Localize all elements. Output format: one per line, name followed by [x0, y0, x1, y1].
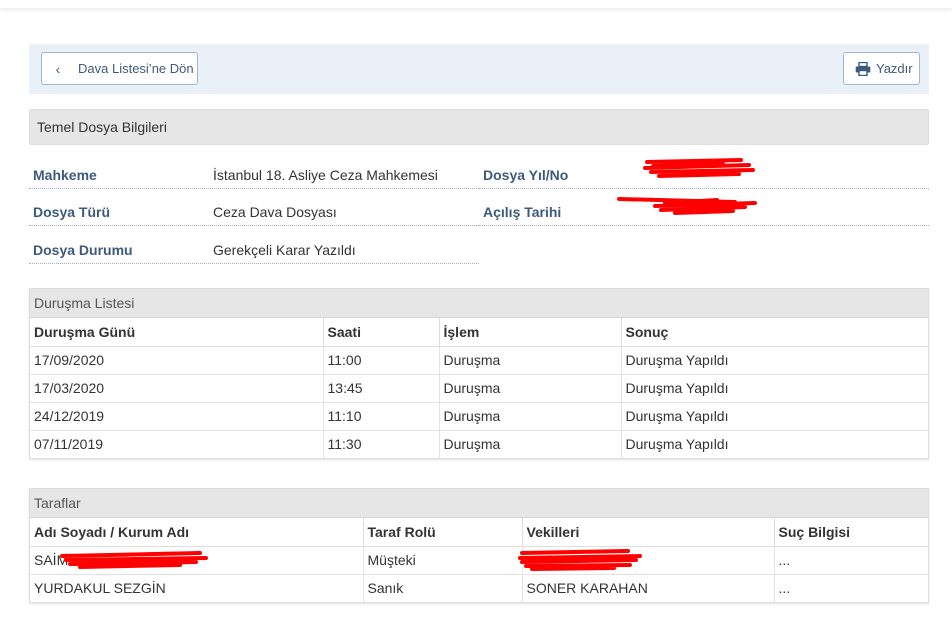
table-row[interactable]: 24/12/2019 11:10 Duruşma Duruşma Yapıldı — [30, 402, 928, 431]
hearing-result-cell: Duruşma Yapıldı — [625, 436, 729, 453]
hearing-time-cell: 13:45 — [323, 374, 440, 403]
party-lawyers-cell — [522, 546, 775, 575]
hearing-time-cell: 11:10 — [323, 402, 440, 431]
party-crime-cell: ... — [774, 546, 928, 575]
table-row[interactable]: 17/09/2020 11:00 Duruşma Duruşma Yapıldı — [30, 346, 928, 375]
hearing-time-cell: 11:00 — [323, 346, 440, 375]
opening-date-label: Açılış Tarihi — [483, 204, 562, 220]
column-header[interactable]: Duruşma Günü — [30, 318, 324, 347]
hearing-list-title: Duruşma Listesi — [30, 289, 928, 318]
file-no-row: Dosya Yıl/No — [479, 161, 929, 189]
hearing-date-cell: 17/03/2020 — [30, 374, 324, 403]
column-header[interactable]: Saati — [323, 318, 440, 347]
column-header[interactable]: Taraf Rolü — [363, 518, 523, 547]
hearing-table: Duruşma Günü Saati İşlem Sonuç 17/09/202… — [30, 318, 928, 458]
hearing-time-cell: 11:30 — [323, 430, 440, 458]
party-name-cell: SAİM — [30, 546, 364, 575]
hearing-result-cell: Duruşma Yapıldı — [621, 346, 928, 375]
court-label: Mahkeme — [33, 167, 97, 183]
hearing-action-cell: Duruşma — [439, 374, 622, 403]
parties-header-row: Adı Soyadı / Kurum Adı Taraf Rolü Vekill… — [30, 518, 928, 547]
parties-grid: Taraflar Adı Soyadı / Kurum Adı Taraf Ro… — [29, 488, 929, 603]
hearing-date-cell: 07/11/2019 — [30, 430, 324, 458]
file-type-label: Dosya Türü — [33, 204, 111, 220]
column-header[interactable]: Sonuç — [621, 318, 928, 347]
file-status-label: Dosya Durumu — [33, 242, 133, 258]
hearing-action-cell: Duruşma — [439, 402, 622, 431]
top-bar — [0, 0, 952, 8]
column-header[interactable]: Adı Soyadı / Kurum Adı — [30, 518, 364, 547]
printer-icon — [855, 61, 871, 76]
back-to-case-list-button[interactable]: ‹ Dava Listesi’ne Dön — [41, 52, 198, 85]
column-header[interactable]: İşlem — [439, 318, 622, 347]
print-button-label: Yazdır — [876, 61, 913, 76]
hearing-result-cell: Duruşma Yapıldı — [621, 374, 928, 403]
action-toolbar: ‹ Dava Listesi’ne Dön Yazdır — [29, 44, 929, 94]
court-value: İstanbul 18. Asliye Ceza Mahkemesi — [213, 167, 438, 183]
basic-info-header: Temel Dosya Bilgileri — [29, 109, 929, 145]
party-role-cell: Müşteki — [363, 546, 523, 575]
party-crime-cell: ... — [778, 580, 791, 597]
hearing-header-row: Duruşma Günü Saati İşlem Sonuç — [30, 318, 928, 347]
table-row[interactable]: 07/11/2019 11:30 Duruşma Duruşma Yapıldı — [30, 430, 928, 458]
hearing-action-cell: Duruşma — [439, 346, 622, 375]
court-row: Mahkeme İstanbul 18. Asliye Ceza Mahkeme… — [29, 161, 479, 189]
parties-table: Adı Soyadı / Kurum Adı Taraf Rolü Vekill… — [30, 518, 928, 602]
table-row[interactable]: SAİM Müşteki ... — [30, 546, 928, 575]
hearing-date-cell: 24/12/2019 — [30, 402, 324, 431]
back-button-label: Dava Listesi’ne Dön — [78, 61, 194, 76]
hearing-list-grid: Duruşma Listesi Duruşma Günü Saati İşlem… — [29, 288, 929, 459]
hearing-date-cell: 17/09/2020 — [30, 346, 324, 375]
party-name-cell: YURDAKUL SEZGİN — [30, 574, 364, 602]
file-no-label: Dosya Yıl/No — [483, 167, 569, 183]
file-type-row: Dosya Türü Ceza Dava Dosyası — [29, 198, 479, 226]
chevron-left-icon: ‹ — [55, 60, 61, 77]
opening-date-row: Açılış Tarihi — [479, 198, 929, 226]
column-header[interactable]: Suç Bilgisi — [774, 518, 928, 547]
basic-info-title: Temel Dosya Bilgileri — [37, 119, 167, 135]
table-row[interactable]: YURDAKUL SEZGİN Sanık SONER KARAHAN ... — [30, 574, 928, 602]
file-status-value: Gerekçeli Karar Yazıldı — [213, 242, 356, 258]
column-header[interactable]: Vekilleri — [522, 518, 775, 547]
print-button[interactable]: Yazdır — [843, 52, 920, 85]
table-row[interactable]: 17/03/2020 13:45 Duruşma Duruşma Yapıldı — [30, 374, 928, 403]
file-type-value: Ceza Dava Dosyası — [213, 204, 337, 220]
file-status-row: Dosya Durumu Gerekçeli Karar Yazıldı — [29, 236, 479, 264]
party-role-cell: Sanık — [363, 574, 523, 602]
parties-title: Taraflar — [30, 489, 928, 518]
hearing-result-cell: Duruşma Yapıldı — [621, 402, 928, 431]
hearing-action-cell: Duruşma — [439, 430, 622, 458]
party-lawyers-cell: SONER KARAHAN — [522, 574, 775, 602]
